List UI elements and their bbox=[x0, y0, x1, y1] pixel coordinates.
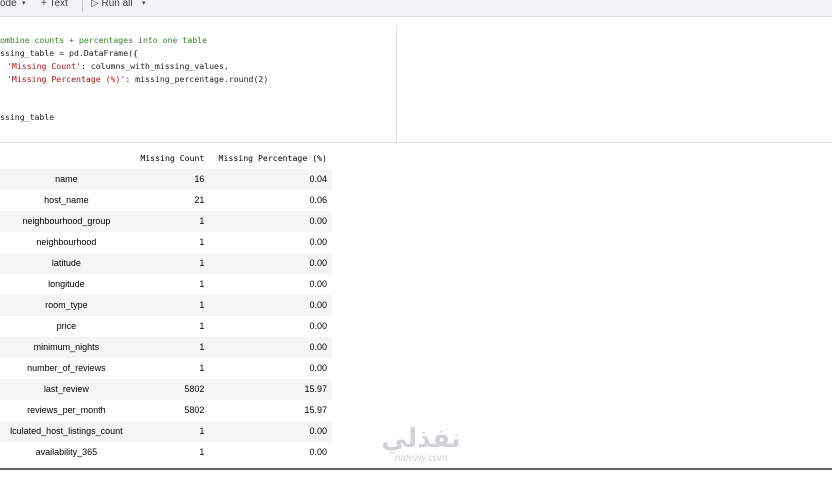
code-cell[interactable]: ombine counts + percentages into one tab… bbox=[0, 26, 832, 144]
bottom-divider bbox=[0, 468, 832, 470]
watermark-logo: نفذلي nafezly.com bbox=[366, 424, 476, 474]
code-line-2-text: ssing_table = pd.DataFrame({ bbox=[0, 48, 139, 58]
missing-percentage-cell: 15.97 bbox=[304, 384, 327, 394]
row-index-label: room_type bbox=[45, 300, 88, 310]
notebook-toolbar: ode ▾ + Text ▷ Run all ▾ bbox=[0, 0, 832, 17]
row-index-label: host_name bbox=[44, 195, 89, 205]
code-line-5: ssing_table bbox=[0, 112, 55, 122]
missing-count-cell: 1 bbox=[199, 216, 205, 226]
missing-count-cell: 16 bbox=[194, 174, 205, 184]
table-row: lculated_host_listings_count 1 0.00 bbox=[0, 421, 332, 442]
code-dropdown-icon[interactable]: ▾ bbox=[22, 0, 26, 8]
row-index-label: name bbox=[55, 174, 78, 184]
missing-percentage-cell: 0.00 bbox=[309, 279, 327, 289]
missing-count-cell: 1 bbox=[199, 279, 205, 289]
missing-percentage-cell: 0.00 bbox=[309, 300, 327, 310]
row-index-label: longitude bbox=[48, 279, 85, 289]
row-index-label: price bbox=[56, 321, 77, 331]
add-text-button[interactable]: + Text bbox=[41, 0, 68, 9]
table-row: name 16 0.04 bbox=[0, 169, 332, 190]
row-index-label: minimum_nights bbox=[33, 342, 100, 352]
table-row: minimum_nights 1 0.00 bbox=[0, 337, 332, 358]
row-index-label: availability_365 bbox=[35, 447, 98, 457]
missing-percentage-cell: 0.00 bbox=[309, 237, 327, 247]
code-editor[interactable]: ombine counts + percentages into one tab… bbox=[0, 26, 397, 142]
row-index-label: latitude bbox=[51, 258, 81, 268]
table-row: latitude 1 0.00 bbox=[0, 253, 332, 274]
code-line-3-value: : columns_with_missing_values, bbox=[80, 61, 229, 71]
table-row: reviews_per_month 5802 15.97 bbox=[0, 400, 332, 421]
row-index-label: reviews_per_month bbox=[27, 405, 106, 415]
missing-percentage-cell: 0.00 bbox=[309, 342, 327, 352]
code-line-3: 'Missing Count': columns_with_missing_va… bbox=[7, 60, 229, 73]
row-index-label: neighbourhood bbox=[36, 237, 97, 247]
run-all-button[interactable]: ▷ Run all bbox=[91, 0, 133, 9]
column-header-missing-count: Missing Count bbox=[140, 153, 205, 163]
table-row: price 1 0.00 bbox=[0, 316, 332, 337]
watermark-latin-text: nafezly.com bbox=[394, 453, 448, 464]
missing-count-cell: 1 bbox=[199, 321, 205, 331]
code-line-4-value: : missing_percentage.round(2) bbox=[125, 74, 269, 84]
missing-count-cell: 1 bbox=[199, 300, 205, 310]
code-line-2: ssing_table = pd.DataFrame({ bbox=[0, 47, 138, 60]
missing-count-cell: 21 bbox=[194, 195, 205, 205]
code-line-3-key: 'Missing Count' bbox=[7, 61, 81, 71]
code-line-4: 'Missing Percentage (%)': missing_percen… bbox=[7, 73, 268, 86]
missing-percentage-cell: 0.06 bbox=[309, 195, 327, 205]
cell-divider bbox=[0, 142, 832, 143]
row-index-label: lculated_host_listings_count bbox=[10, 426, 123, 436]
table-row: neighbourhood 1 0.00 bbox=[0, 232, 332, 253]
table-header-row: Missing Count Missing Percentage (%) bbox=[0, 148, 332, 169]
table-row: neighbourhood_group 1 0.00 bbox=[0, 211, 332, 232]
missing-percentage-cell: 0.00 bbox=[309, 363, 327, 373]
missing-count-cell: 1 bbox=[199, 258, 205, 268]
output-dataframe: Missing Count Missing Percentage (%) nam… bbox=[0, 148, 332, 463]
code-line-1: ombine counts + percentages into one tab… bbox=[0, 35, 208, 45]
table-row: longitude 1 0.00 bbox=[0, 274, 332, 295]
table-row: last_review 5802 15.97 bbox=[0, 379, 332, 400]
add-code-label: ode bbox=[0, 0, 17, 9]
toolbar-divider bbox=[82, 0, 83, 12]
row-index-label: number_of_reviews bbox=[27, 363, 106, 373]
code-line-4-key: 'Missing Percentage (%)' bbox=[7, 74, 126, 84]
missing-count-cell: 1 bbox=[199, 426, 205, 436]
missing-count-cell: 5802 bbox=[184, 384, 205, 394]
row-index-label: last_review bbox=[43, 384, 89, 394]
index-header bbox=[0, 148, 133, 169]
table-body: name 16 0.04 host_name 21 0.06 neighbourhood_g… bbox=[0, 169, 332, 463]
add-code-button[interactable]: ode bbox=[0, 0, 17, 9]
table-row: number_of_reviews 1 0.00 bbox=[0, 358, 332, 379]
missing-count-cell: 1 bbox=[199, 447, 205, 457]
missing-percentage-cell: 0.00 bbox=[309, 447, 327, 457]
row-index-label: neighbourhood_group bbox=[22, 216, 111, 226]
table-row: host_name 21 0.06 bbox=[0, 190, 332, 211]
run-all-dropdown-icon[interactable]: ▾ bbox=[142, 0, 146, 8]
missing-percentage-cell: 0.04 bbox=[309, 174, 327, 184]
table-row: availability_365 1 0.00 bbox=[0, 442, 332, 463]
missing-percentage-cell: 15.97 bbox=[304, 405, 327, 415]
missing-percentage-cell: 0.00 bbox=[309, 321, 327, 331]
missing-percentage-cell: 0.00 bbox=[309, 426, 327, 436]
missing-count-cell: 1 bbox=[199, 342, 205, 352]
table-row: room_type 1 0.00 bbox=[0, 295, 332, 316]
missing-count-cell: 5802 bbox=[184, 405, 205, 415]
missing-percentage-cell: 0.00 bbox=[309, 216, 327, 226]
column-header-missing-percentage: Missing Percentage (%) bbox=[218, 153, 327, 163]
missing-percentage-cell: 0.00 bbox=[309, 258, 327, 268]
code-cell-empty-area bbox=[397, 26, 832, 142]
missing-count-cell: 1 bbox=[199, 237, 205, 247]
missing-count-cell: 1 bbox=[199, 363, 205, 373]
watermark-arabic-text: نفذلي bbox=[381, 424, 461, 454]
